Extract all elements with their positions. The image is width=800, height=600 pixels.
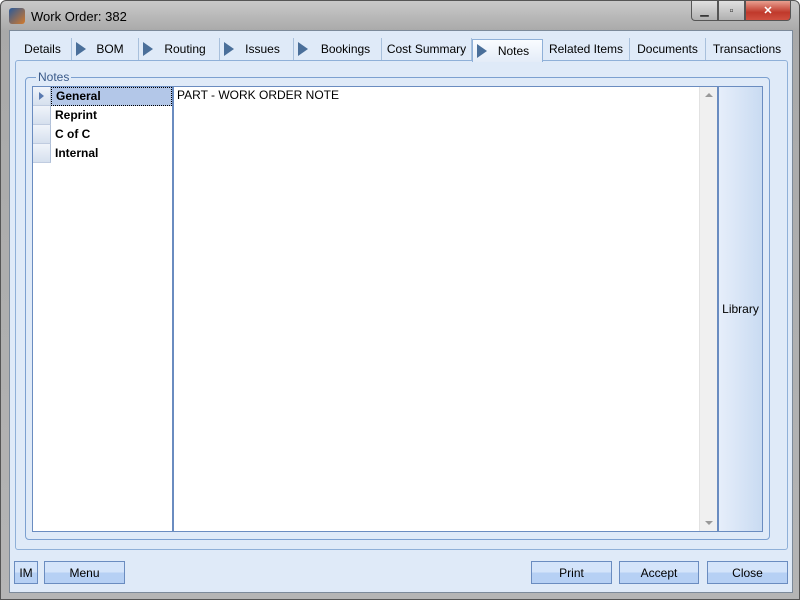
- close-window-button[interactable]: ✕: [745, 1, 791, 21]
- category-label: General: [51, 87, 172, 106]
- close-button[interactable]: Close: [707, 561, 788, 584]
- arrow-icon: [143, 42, 153, 56]
- group-label: Notes: [36, 70, 72, 84]
- im-button[interactable]: IM: [14, 561, 38, 584]
- accept-button[interactable]: Accept: [619, 561, 699, 584]
- scroll-up-icon[interactable]: [705, 93, 713, 97]
- arrow-icon: [76, 42, 86, 56]
- window-title: Work Order: 382: [31, 8, 127, 24]
- vertical-scrollbar[interactable]: [699, 87, 717, 531]
- menu-button[interactable]: Menu: [44, 561, 125, 584]
- category-row-c-of-c[interactable]: C of C: [33, 125, 172, 144]
- app-icon: [9, 8, 25, 24]
- library-button[interactable]: Library: [718, 86, 763, 532]
- category-label: Internal: [55, 146, 99, 160]
- minimize-button[interactable]: ▁: [691, 1, 718, 21]
- tab-cost-summary[interactable]: Cost Summary: [382, 38, 472, 60]
- tab-panel: Notes General Reprint C of C Internal PA…: [15, 60, 788, 550]
- scroll-down-icon[interactable]: [705, 521, 713, 525]
- tab-details[interactable]: Details: [14, 38, 72, 60]
- tab-label: Issues: [245, 42, 280, 56]
- tab-label: Related Items: [548, 42, 624, 56]
- tab-label: Notes: [497, 44, 530, 58]
- maximize-button[interactable]: ▫: [718, 1, 745, 21]
- client-area: Details BOM Routing Issues Bookings Cost…: [9, 30, 793, 593]
- notes-group: Notes General Reprint C of C Internal PA…: [25, 70, 770, 540]
- tab-bookings[interactable]: Bookings: [294, 38, 382, 60]
- print-button[interactable]: Print: [531, 561, 612, 584]
- tab-label: BOM: [96, 42, 124, 56]
- arrow-icon: [477, 44, 487, 58]
- tab-transactions[interactable]: Transactions: [706, 38, 788, 60]
- tab-label: Details: [24, 42, 61, 56]
- row-header: [33, 144, 51, 163]
- tab-issues[interactable]: Issues: [220, 38, 294, 60]
- category-row-reprint[interactable]: Reprint: [33, 106, 172, 125]
- tab-label: Bookings: [320, 42, 371, 56]
- category-label: C of C: [55, 127, 91, 141]
- tab-label: Routing: [164, 42, 206, 56]
- tab-label: Documents: [637, 42, 698, 56]
- tab-related-items[interactable]: Related Items: [543, 38, 630, 60]
- tab-label: Cost Summary: [386, 42, 467, 56]
- note-text: PART - WORK ORDER NOTE: [177, 88, 340, 102]
- tab-bom[interactable]: BOM: [72, 38, 139, 60]
- tab-routing[interactable]: Routing: [139, 38, 220, 60]
- category-grid: General Reprint C of C Internal: [32, 86, 173, 532]
- arrow-icon: [224, 42, 234, 56]
- current-row-arrow-icon: [39, 92, 44, 100]
- category-row-internal[interactable]: Internal: [33, 144, 172, 163]
- category-row-general[interactable]: General: [33, 87, 172, 106]
- tab-documents[interactable]: Documents: [630, 38, 706, 60]
- note-text-area[interactable]: PART - WORK ORDER NOTE: [172, 86, 718, 532]
- category-label: Reprint: [55, 108, 97, 122]
- row-header: [33, 87, 51, 106]
- row-header: [33, 125, 51, 144]
- tab-notes[interactable]: Notes: [472, 39, 543, 62]
- arrow-icon: [298, 42, 308, 56]
- title-bar: Work Order: 382: [9, 6, 127, 26]
- tab-label: Transactions: [712, 42, 782, 56]
- window: Work Order: 382 ▁ ▫ ✕ Details BOM Routin…: [0, 0, 800, 600]
- row-header: [33, 106, 51, 125]
